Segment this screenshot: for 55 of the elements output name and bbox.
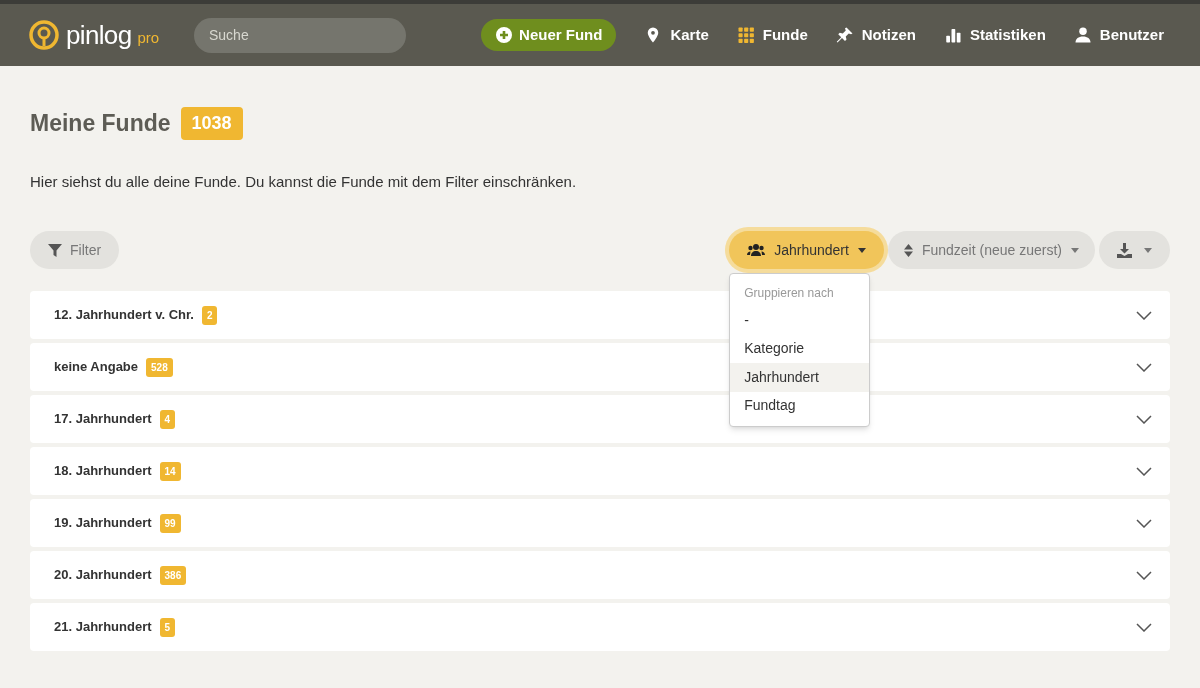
group-label: 17. Jahrhundert: [54, 410, 152, 429]
chevron-icon: [1136, 622, 1152, 632]
grid-icon: [736, 26, 755, 44]
chevron-icon: [1136, 518, 1152, 528]
download-icon: [1117, 242, 1132, 258]
chevron-icon: [1136, 310, 1152, 320]
nav-link[interactable]: Notizen: [835, 23, 916, 47]
menu-item[interactable]: Jahrhundert: [730, 363, 870, 392]
group-row[interactable]: 19. Jahrhundert 99: [30, 499, 1170, 547]
sort-button[interactable]: Fundzeit (neue zuerst): [887, 231, 1095, 269]
nav-link[interactable]: Benutzer: [1073, 23, 1164, 47]
group-count-badge: 386: [159, 565, 187, 585]
sort-icon: [903, 243, 913, 257]
funnel-icon: [48, 243, 62, 257]
group-count-badge: 528: [146, 357, 173, 377]
logo-text: pinlog: [66, 22, 132, 48]
group-count-badge: 4: [159, 409, 176, 429]
group-label: 12. Jahrhundert v. Chr.: [54, 306, 194, 325]
logo-icon: [28, 19, 60, 51]
chevron-icon: [1136, 414, 1152, 424]
chevron-icon: [1136, 570, 1152, 580]
caret-icon: [1071, 247, 1079, 253]
group-label: 19. Jahrhundert: [54, 514, 152, 533]
group-label: 20. Jahrhundert: [54, 566, 152, 585]
chevron-icon: [1136, 362, 1152, 372]
filter-button[interactable]: Filter: [30, 231, 120, 269]
nav-link[interactable]: Karte: [644, 23, 709, 47]
group-row[interactable]: 18. Jahrhundert 14: [30, 447, 1170, 495]
group-label: 21. Jahrhundert: [54, 618, 152, 637]
search-field[interactable]: Suche: [194, 17, 406, 53]
menu-item[interactable]: -: [730, 306, 870, 335]
count-badge: 1038: [180, 106, 243, 140]
plus-circle-icon: [496, 27, 513, 43]
chevron-icon: [1136, 466, 1152, 476]
new-find-button[interactable]: Neuer Fund: [481, 19, 617, 51]
caret-icon: [857, 247, 866, 253]
bar-chart-icon: [943, 26, 962, 44]
page-title: Meine Funde: [30, 109, 171, 138]
nav-link[interactable]: Statistiken: [943, 23, 1046, 47]
group-row[interactable]: 20. Jahrhundert 386: [30, 551, 1170, 599]
group-row[interactable]: 21. Jahrhundert 5: [30, 603, 1170, 651]
group-label: 18. Jahrhundert: [54, 462, 152, 481]
page-description: Hier siehst du alle deine Funde. Du kannst die Funde mit dem Filter einschränken.: [30, 171, 578, 192]
group-label: keine Angabe: [54, 358, 139, 377]
group-count-badge: 2: [201, 305, 218, 325]
user-icon: [1073, 26, 1092, 44]
pushpin-icon: [835, 26, 854, 44]
download-button[interactable]: [1099, 231, 1170, 269]
nav-link[interactable]: Funde: [736, 23, 808, 47]
users-icon: [747, 243, 766, 257]
logo-suffix: pro: [137, 27, 160, 48]
group-count-badge: 14: [159, 461, 181, 481]
caret-icon: [1144, 247, 1152, 253]
group-count-badge: 5: [159, 617, 176, 637]
group-count-badge: 99: [159, 513, 181, 533]
